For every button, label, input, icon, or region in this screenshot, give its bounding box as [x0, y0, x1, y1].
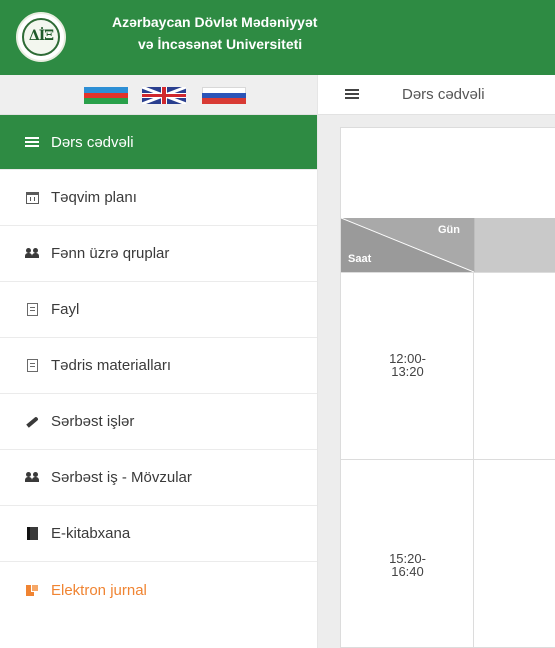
file-icon: [25, 303, 39, 317]
sidebar-item-label: Təqvim planı: [51, 189, 137, 206]
sidebar-item-fenn-uzre-qruplar[interactable]: Fənn üzrə qruplar: [0, 226, 317, 282]
sidebar-item-label: Tədris materialları: [51, 357, 172, 374]
sidebar-item-label: Sərbəst iş - Mövzular: [51, 469, 192, 486]
university-title-line2: və İncəsənət Universiteti: [138, 36, 303, 52]
list-icon: [25, 135, 39, 149]
language-switcher: [0, 75, 317, 115]
pencil-icon: [25, 415, 39, 429]
university-logo[interactable]: ΔİΞ: [16, 12, 66, 62]
header-time-label: Saat: [348, 253, 372, 265]
time-cell: 12:00- 13:20: [341, 273, 474, 459]
toolbar: Dərs cədvəli: [318, 75, 555, 115]
sidebar-item-e-kitabxana[interactable]: E-kitabxana: [0, 506, 317, 562]
sidebar-item-label: Fənn üzrə qruplar: [51, 245, 170, 262]
sidebar-item-serbest-is-movzular[interactable]: Sərbəst iş - Mövzular: [0, 450, 317, 506]
file-icon: [25, 359, 39, 373]
sidebar-item-ders-cedveli[interactable]: Dərs cədvəli: [0, 115, 317, 170]
time-end: 16:40: [391, 564, 424, 579]
uk-flag-icon[interactable]: [142, 87, 186, 104]
sidebar-item-label: Elektron jurnal: [51, 581, 147, 599]
logo-text: ΔİΞ: [28, 28, 54, 44]
university-title-line1: Azərbaycan Dövlət Mədəniyyət: [112, 14, 318, 30]
sidebar-item-label: Dərs cədvəli: [51, 133, 134, 151]
app-header: ΔİΞ Azərbaycan Dövlət Mədəniyyət və İncə…: [0, 0, 555, 75]
header-day-label: Gün: [438, 224, 460, 236]
sidebar-item-tedris-materiallari[interactable]: Tədris materialları: [0, 338, 317, 394]
time-end: 13:20: [391, 364, 424, 379]
az-flag-icon[interactable]: [84, 87, 128, 104]
ru-flag-icon[interactable]: [202, 87, 246, 104]
main-content: Dərs cədvəli Gün Saat 12:00- 13:20 15:20…: [318, 75, 555, 648]
sidebar-item-elektron-jurnal[interactable]: Elektron jurnal: [0, 562, 317, 618]
breadcrumb: Dərs cədvəli: [402, 86, 485, 103]
calendar-icon: [25, 191, 39, 205]
sidebar-item-teqvim-plani[interactable]: Təqvim planı: [0, 170, 317, 226]
schedule-row: 12:00- 13:20: [341, 272, 555, 459]
sidebar-item-serbest-isler[interactable]: Sərbəst işlər: [0, 394, 317, 450]
users-icon: [25, 247, 39, 261]
time-cell: 15:20- 16:40: [341, 460, 474, 648]
sidebar-item-label: Fayl: [51, 301, 80, 318]
schedule-table-header: Gün Saat: [340, 218, 555, 272]
sidebar-item-label: Sərbəst işlər: [51, 413, 135, 430]
sidebar: Dərs cədvəli Təqvim planı Fənn üzrə qrup…: [0, 75, 318, 648]
journal-icon: [25, 583, 39, 597]
schedule-row: 15:20- 16:40: [341, 459, 555, 648]
day-time-corner-header: Gün Saat: [341, 218, 474, 272]
sidebar-item-fayl[interactable]: Fayl: [0, 282, 317, 338]
sidebar-item-label: E-kitabxana: [51, 525, 131, 542]
book-icon: [25, 527, 39, 541]
day-column-header: [474, 218, 555, 272]
menu-toggle-icon[interactable]: [345, 89, 359, 99]
users-icon: [25, 471, 39, 485]
logo-emblem-icon: ΔİΞ: [22, 18, 60, 56]
